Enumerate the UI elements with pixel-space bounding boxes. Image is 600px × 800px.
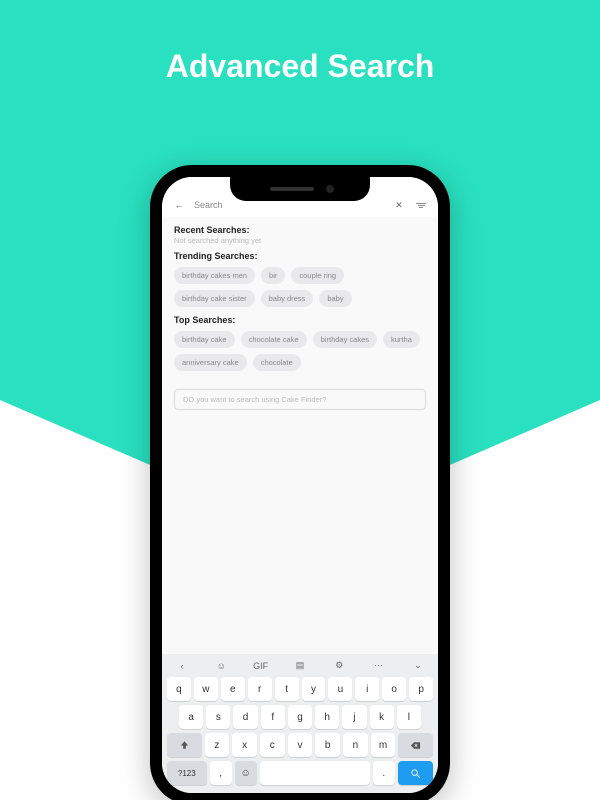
backspace-key[interactable] bbox=[398, 733, 433, 757]
phone-screen: ← Search ✕ Recent Searches: Not searched… bbox=[162, 177, 438, 793]
keyboard-toolbar: ‹ ☺ GIF ▤ ⚙ ⋯ ⌄ bbox=[165, 658, 435, 675]
key-o[interactable]: o bbox=[382, 677, 406, 701]
back-icon[interactable]: ← bbox=[172, 200, 186, 210]
search-chip[interactable]: birthday cakes men bbox=[174, 267, 255, 284]
key-z[interactable]: z bbox=[205, 733, 230, 757]
search-chip[interactable]: anniversary cake bbox=[174, 354, 247, 371]
hero-title: Advanced Search bbox=[0, 48, 600, 85]
cake-finder-prompt[interactable]: DO you want to search using Cake Finder? bbox=[174, 389, 426, 410]
symbols-key[interactable]: ?123 bbox=[167, 761, 207, 785]
key-a[interactable]: a bbox=[179, 705, 203, 729]
filter-icon[interactable] bbox=[414, 203, 428, 208]
top-chips: birthday cake chocolate cake birthday cake… bbox=[174, 331, 426, 371]
search-chip[interactable]: baby dress bbox=[261, 290, 314, 307]
search-chip[interactable]: kurtha bbox=[383, 331, 420, 348]
comma-key[interactable]: , bbox=[210, 761, 232, 785]
key-w[interactable]: w bbox=[194, 677, 218, 701]
key-k[interactable]: k bbox=[370, 705, 394, 729]
shift-key[interactable] bbox=[167, 733, 202, 757]
search-content: Recent Searches: Not searched anything y… bbox=[162, 217, 438, 623]
key-d[interactable]: d bbox=[233, 705, 257, 729]
emoji-key[interactable]: ☺ bbox=[235, 761, 257, 785]
key-h[interactable]: h bbox=[315, 705, 339, 729]
keyboard-row-2: asdfghjkl bbox=[165, 703, 435, 731]
search-chip[interactable]: birthday cake bbox=[174, 331, 235, 348]
close-icon[interactable]: ✕ bbox=[392, 200, 406, 211]
space-key[interactable] bbox=[260, 761, 370, 785]
search-chip[interactable]: birthday cakes bbox=[313, 331, 377, 348]
search-chip[interactable]: baby bbox=[319, 290, 351, 307]
key-f[interactable]: f bbox=[261, 705, 285, 729]
key-v[interactable]: v bbox=[288, 733, 313, 757]
keyboard-row-bottom: ?123 , ☺ . bbox=[165, 759, 435, 787]
period-key[interactable]: . bbox=[373, 761, 395, 785]
settings-icon[interactable]: ⚙ bbox=[328, 660, 350, 671]
search-chip[interactable]: birthday cake sister bbox=[174, 290, 255, 307]
search-key[interactable] bbox=[398, 761, 433, 785]
sticker-icon[interactable]: ☺ bbox=[210, 661, 232, 671]
phone-frame: ← Search ✕ Recent Searches: Not searched… bbox=[150, 165, 450, 800]
trending-searches-title: Trending Searches: bbox=[174, 251, 426, 261]
key-s[interactable]: s bbox=[206, 705, 230, 729]
key-m[interactable]: m bbox=[371, 733, 396, 757]
key-n[interactable]: n bbox=[343, 733, 368, 757]
chevron-left-icon[interactable]: ‹ bbox=[171, 661, 193, 671]
key-g[interactable]: g bbox=[288, 705, 312, 729]
soft-keyboard: ‹ ☺ GIF ▤ ⚙ ⋯ ⌄ qwertyuiop asdfghjkl zxc… bbox=[162, 654, 438, 793]
key-q[interactable]: q bbox=[167, 677, 191, 701]
key-c[interactable]: c bbox=[260, 733, 285, 757]
search-chip[interactable]: chocolate bbox=[253, 354, 301, 371]
key-l[interactable]: l bbox=[397, 705, 421, 729]
key-x[interactable]: x bbox=[232, 733, 257, 757]
more-icon[interactable]: ⋯ bbox=[368, 660, 390, 671]
collapse-keyboard-icon[interactable]: ⌄ bbox=[407, 660, 429, 671]
key-u[interactable]: u bbox=[328, 677, 352, 701]
recent-searches-title: Recent Searches: bbox=[174, 225, 426, 235]
gif-button[interactable]: GIF bbox=[250, 661, 272, 671]
key-j[interactable]: j bbox=[342, 705, 366, 729]
key-t[interactable]: t bbox=[275, 677, 299, 701]
phone-notch bbox=[230, 177, 370, 201]
search-chip[interactable]: chocolate cake bbox=[241, 331, 307, 348]
search-chip[interactable]: couple ring bbox=[291, 267, 344, 284]
top-searches-title: Top Searches: bbox=[174, 315, 426, 325]
key-y[interactable]: y bbox=[302, 677, 326, 701]
search-chip[interactable]: bir bbox=[261, 267, 285, 284]
promo-stage: Advanced Search ← Search ✕ Recent Search… bbox=[0, 0, 600, 800]
recent-searches-empty: Not searched anything yet bbox=[174, 236, 426, 245]
trending-chips: birthday cakes men bir couple ring birthday… bbox=[174, 267, 426, 307]
keyboard-row-3: zxcvbnm bbox=[165, 731, 435, 759]
clipboard-icon[interactable]: ▤ bbox=[289, 660, 311, 671]
key-r[interactable]: r bbox=[248, 677, 272, 701]
key-b[interactable]: b bbox=[315, 733, 340, 757]
key-i[interactable]: i bbox=[355, 677, 379, 701]
key-p[interactable]: p bbox=[409, 677, 433, 701]
keyboard-row-1: qwertyuiop bbox=[165, 675, 435, 703]
search-input[interactable]: Search bbox=[194, 200, 392, 210]
key-e[interactable]: e bbox=[221, 677, 245, 701]
